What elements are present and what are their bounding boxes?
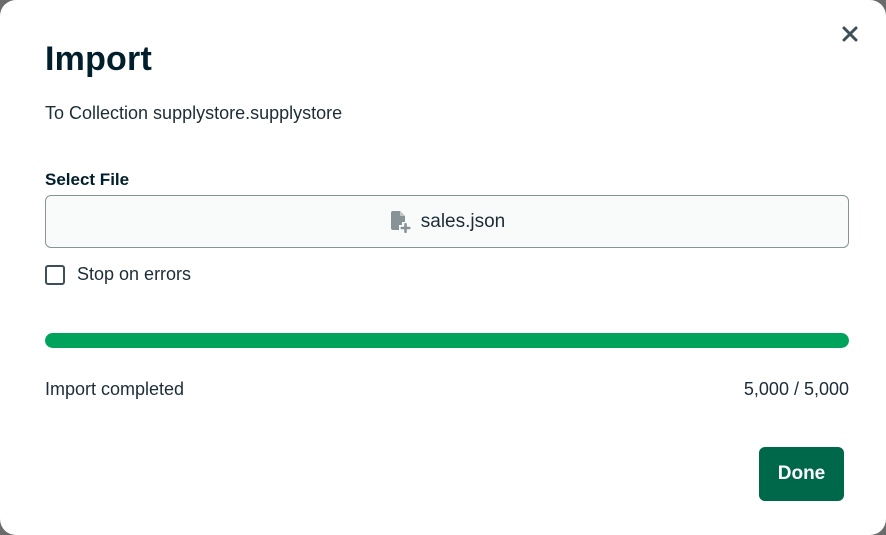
- modal-title: Import: [45, 40, 152, 78]
- close-icon: [842, 26, 858, 47]
- stop-on-errors-option[interactable]: Stop on errors: [45, 264, 191, 285]
- file-add-icon: [389, 210, 411, 234]
- file-select-button[interactable]: sales.json: [45, 195, 849, 248]
- import-progress-bar: [45, 333, 849, 348]
- import-count: 5,000 / 5,000: [743, 379, 849, 399]
- import-status: Import completed: [45, 379, 185, 399]
- stop-on-errors-checkbox[interactable]: [45, 264, 65, 285]
- stop-on-errors-label: Stop on errors: [77, 264, 192, 284]
- select-file-label: Select File: [45, 170, 130, 189]
- done-button[interactable]: Done: [759, 447, 844, 501]
- close-button[interactable]: [836, 22, 864, 50]
- modal-subtitle: To Collection supplystore.supplystore: [45, 103, 343, 123]
- import-modal: Import To Collection supplystore.supplys…: [0, 0, 886, 535]
- import-progress-fill: [45, 333, 849, 348]
- selected-file-name: sales.json: [420, 210, 506, 232]
